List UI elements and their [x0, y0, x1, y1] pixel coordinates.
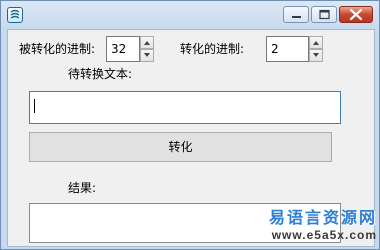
result-label: 结果: — [68, 181, 97, 195]
source-base-label: 被转化的进制: — [19, 42, 96, 56]
minimize-button[interactable] — [283, 6, 309, 23]
convert-button[interactable]: 转化 — [29, 132, 332, 162]
close-icon — [349, 8, 363, 21]
watermark-brand: 易语言资源网 — [268, 208, 377, 227]
arrow-up-icon — [313, 41, 319, 45]
source-base-input[interactable]: 32 — [106, 36, 140, 62]
target-base-down-button[interactable] — [309, 49, 323, 62]
target-base-up-button[interactable] — [309, 36, 323, 49]
arrow-down-icon — [313, 53, 319, 57]
watermark: 易语言资源网 www.e5a5x.com — [253, 209, 377, 247]
arrow-down-icon — [144, 53, 150, 57]
minimize-icon — [292, 16, 301, 18]
maximize-button[interactable] — [311, 6, 337, 23]
watermark-url: www.e5a5x.com — [271, 228, 377, 242]
input-text-field[interactable] — [29, 91, 341, 124]
source-base-down-button[interactable] — [140, 49, 154, 62]
source-base-up-button[interactable] — [140, 36, 154, 49]
app-icon[interactable] — [7, 7, 23, 23]
target-base-input[interactable]: 2 — [266, 36, 309, 62]
maximize-icon — [319, 9, 330, 20]
target-base-label: 转化的进制: — [180, 42, 245, 56]
app-window: 被转化的进制: 32 转化的进制: 2 待转换文本: 转化 结果: 易语言资源网… — [0, 0, 380, 250]
close-button[interactable] — [339, 6, 373, 23]
input-text-label: 待转换文本: — [68, 67, 133, 81]
target-base-spinner[interactable] — [309, 36, 323, 62]
source-base-spinner[interactable] — [140, 36, 154, 62]
text-caret — [34, 99, 35, 113]
title-bar[interactable] — [1, 1, 379, 29]
arrow-up-icon — [144, 41, 150, 45]
